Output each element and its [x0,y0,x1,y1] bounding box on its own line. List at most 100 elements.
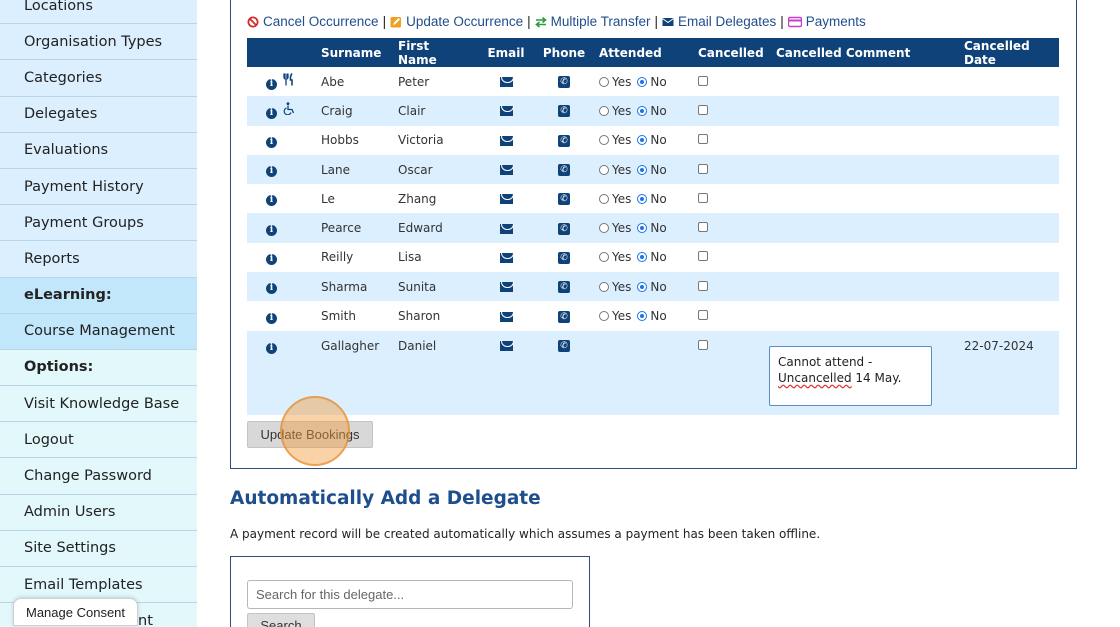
info-icon[interactable]: i [266,166,277,178]
manage-consent-label: Manage Consent [26,604,126,620]
sidebar-item-label: Payment Groups [24,214,144,231]
cancelled-checkbox[interactable] [698,339,708,350]
info-icon[interactable]: i [266,342,277,354]
attended-yes-radio[interactable] [599,311,609,322]
attended-yes-radio[interactable] [599,105,609,116]
sidebar-item-label: Logout [24,431,74,448]
info-icon[interactable]: i [266,283,277,295]
attended-no-radio[interactable] [637,223,648,234]
cancelled-checkbox[interactable] [698,163,708,174]
sidebar-item-organisation-types[interactable]: Organisation Types [0,24,197,61]
phone-icon[interactable]: ✆ [558,310,570,323]
sidebar-item-site-settings[interactable]: Site Settings [0,530,197,567]
comment-line-2-rest: 14 May. [851,370,902,385]
table-row: i Gallagher Daniel ✆ Cannot attend - Unc… [247,330,1059,415]
attended-no-radio[interactable] [637,105,648,116]
delegate-search-input[interactable]: Search for this delegate... [247,580,573,609]
info-icon[interactable]: i [266,136,277,148]
attended-no-radio[interactable] [637,135,648,146]
first-name-cell: Oscar [392,154,477,185]
first-name-cell: Lisa [398,250,422,265]
phone-icon[interactable]: ✆ [558,281,570,294]
comment-misspelled-word: Uncancelled [778,370,852,385]
sidebar-item-reports[interactable]: Reports [0,241,197,278]
info-icon[interactable]: i [266,79,277,91]
email-delegates-link[interactable]: Email Delegates [678,14,776,29]
sidebar-item-payment-history[interactable]: Payment History [0,168,197,206]
attended-no-radio[interactable] [637,311,648,322]
attended-yes-radio[interactable] [599,193,609,204]
first-name-cell: Sunita [392,272,477,302]
sidebar-item-payment-groups[interactable]: Payment Groups [0,205,197,242]
no-label: No [650,309,667,324]
yes-label: Yes [612,279,632,294]
phone-icon[interactable]: ✆ [558,164,570,177]
email-icon[interactable] [499,106,513,117]
update-bookings-button[interactable]: Update Bookings [247,421,373,448]
header-cancelled-date: Cancelled Date [958,38,1059,67]
attended-no-radio[interactable] [637,76,648,87]
attended-yes-radio[interactable] [599,76,609,87]
attended-yes-radio[interactable] [599,252,609,263]
table-row: i Craig Clair ✆ Yes No [247,96,1059,126]
attended-no-radio[interactable] [637,281,648,292]
update-occurrence-link[interactable]: Update Occurrence [406,14,523,29]
sidebar-item-change-password[interactable]: Change Password [0,458,197,495]
phone-icon[interactable]: ✆ [558,222,570,235]
cancelled-checkbox[interactable] [698,222,708,233]
email-icon[interactable] [499,341,513,352]
email-icon[interactable] [499,311,513,322]
cancelled-checkbox[interactable] [698,104,708,115]
attended-no-radio[interactable] [637,193,648,204]
header-phone: Phone [535,38,593,67]
phone-icon[interactable]: ✆ [558,193,570,206]
email-icon[interactable] [499,165,513,176]
cancelled-checkbox[interactable] [698,251,708,262]
sidebar-item-logout[interactable]: Logout [0,422,197,459]
info-icon[interactable]: i [266,108,277,120]
cancel-occurrence-link[interactable]: Cancel Occurrence [263,14,379,29]
cancelled-checkbox[interactable] [698,280,708,291]
phone-icon[interactable]: ✆ [558,251,570,264]
sidebar-item-label: nt [138,612,153,627]
info-icon[interactable]: i [266,253,277,265]
payments-link[interactable]: Payments [806,14,866,29]
multiple-transfer-link[interactable]: Multiple Transfer [551,14,651,29]
sidebar-item-evaluations[interactable]: Evaluations [0,132,197,169]
attended-no-radio[interactable] [637,164,648,175]
cancelled-checkbox[interactable] [698,134,708,145]
phone-icon[interactable]: ✆ [558,134,570,147]
info-icon[interactable]: i [266,224,277,236]
attended-yes-radio[interactable] [599,223,609,234]
sidebar-item-categories[interactable]: Categories [0,60,197,97]
email-icon[interactable] [499,77,513,88]
attended-yes-radio[interactable] [599,164,609,175]
yes-label: Yes [612,162,632,177]
manage-consent-button[interactable]: Manage Consent [13,598,139,626]
email-icon[interactable] [499,135,513,146]
sidebar-item-course-management[interactable]: Course Management [0,313,197,350]
attended-yes-radio[interactable] [599,281,609,292]
email-icon[interactable] [499,282,513,293]
cancelled-checkbox[interactable] [698,310,708,321]
phone-icon[interactable]: ✆ [558,105,570,118]
surname-cell: Lane [315,154,392,185]
sidebar-item-visit-knowledge-base[interactable]: Visit Knowledge Base [0,386,197,423]
cancelled-comment-textarea[interactable]: Cannot attend - Uncancelled 14 May. [769,345,932,406]
email-icon[interactable] [499,194,513,205]
sidebar-item-delegates[interactable]: Delegates [0,96,197,133]
cancelled-checkbox[interactable] [698,192,708,203]
surname-cell: Craig [315,96,392,126]
sidebar-item-admin-users[interactable]: Admin Users [0,494,197,531]
attended-yes-radio[interactable] [599,135,609,146]
sidebar-item-locations[interactable]: Locations [0,0,197,25]
email-icon[interactable] [499,223,513,234]
email-icon[interactable] [499,252,513,263]
phone-icon[interactable]: ✆ [558,76,570,89]
info-icon[interactable]: i [266,312,277,324]
phone-icon[interactable]: ✆ [558,340,570,353]
attended-no-radio[interactable] [637,252,648,263]
info-icon[interactable]: i [266,195,277,207]
cancelled-checkbox[interactable] [698,75,708,86]
search-button[interactable]: Search [247,613,315,627]
